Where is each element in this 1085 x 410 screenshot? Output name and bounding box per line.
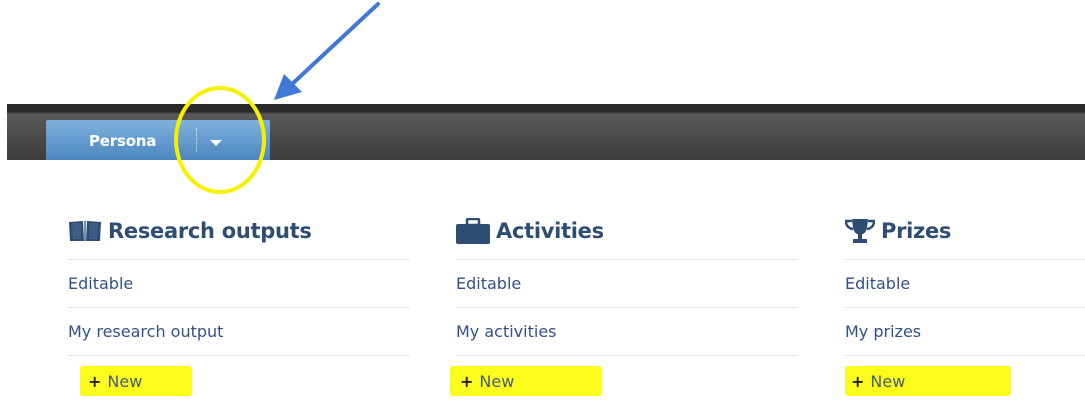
book-icon [68,219,102,243]
column-prizes: Prizes Editable My prizes + New [845,214,1085,406]
tab-label: Persona [89,132,157,150]
link-my-activities[interactable]: My activities [456,308,798,355]
plus-icon: + [851,371,865,391]
new-row: + New [68,356,410,406]
new-research-output-button[interactable]: + New [88,372,142,391]
trophy-icon [845,218,875,244]
column-research-outputs: Research outputs Editable My research ou… [68,214,410,406]
new-row: + New [845,356,1085,406]
link-editable[interactable]: Editable [845,260,1085,307]
briefcase-icon [456,218,490,244]
new-row: + New [450,356,798,406]
link-my-research-output[interactable]: My research output [68,308,410,355]
link-my-prizes[interactable]: My prizes [845,308,1085,355]
column-title-text: Research outputs [108,219,312,243]
new-label: New [870,371,906,391]
new-label: New [107,371,143,391]
column-title-text: Prizes [881,219,952,243]
column-activities: Activities Editable My activities + New [450,214,798,406]
new-label: New [479,371,515,391]
annotation-arrow [274,2,380,100]
column-title: Activities [456,214,798,248]
column-title-text: Activities [496,219,604,243]
annotation-circle [174,86,266,194]
page: Persona Research outputs Editable My res… [0,0,1085,410]
plus-icon: + [460,371,474,391]
plus-icon: + [88,371,102,391]
column-title: Research outputs [68,214,410,248]
new-activity-button[interactable]: + New [460,372,514,391]
link-editable[interactable]: Editable [456,260,798,307]
column-title: Prizes [845,214,1085,248]
new-prize-button[interactable]: + New [851,372,905,391]
link-editable[interactable]: Editable [68,260,410,307]
